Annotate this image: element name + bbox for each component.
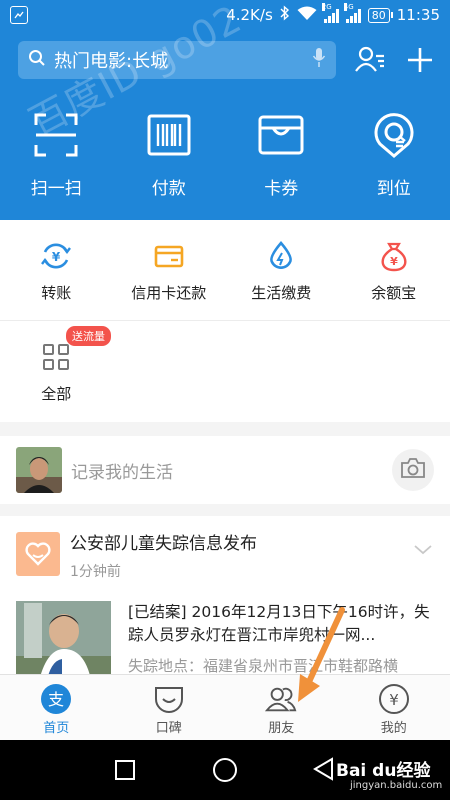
svg-text:¥: ¥ <box>389 691 399 709</box>
status-bar: 4.2K/s 2G 4G 80 11:35 <box>0 0 450 30</box>
notification-image-icon <box>10 6 28 24</box>
quick-actions: 扫一扫 付款 卡券 到位 <box>0 112 450 199</box>
card-title: 公安部儿童失踪信息发布 <box>70 534 257 554</box>
header: 热门电影:长城 扫一扫 付款 卡券 到位 百度ID go02 <box>0 0 450 220</box>
record-life-placeholder: 记录我的生活 <box>71 462 173 483</box>
water-drop-icon <box>265 240 297 272</box>
news-card[interactable]: 公安部儿童失踪信息发布 1分钟前 [已结案] 2016年12月13日下午16时许… <box>0 516 450 685</box>
search-input[interactable]: 热门电影:长城 <box>18 41 336 79</box>
clock: 11:35 <box>396 6 440 24</box>
child-photo <box>16 601 111 685</box>
wallet-icon <box>258 112 304 158</box>
search-placeholder: 热门电影:长城 <box>54 51 169 72</box>
credit-card-icon <box>153 240 185 272</box>
quick-scan-label: 扫一扫 <box>30 179 82 199</box>
quick-arrive[interactable]: 到位 <box>338 112 450 199</box>
service-all[interactable]: 送流量 全部 <box>0 321 113 422</box>
baidu-jingyan-logo: Bai du经验 <box>336 761 431 781</box>
signal-sim1-icon: 2G <box>321 2 339 23</box>
record-life-bar[interactable]: 记录我的生活 <box>0 436 450 504</box>
svg-text:支: 支 <box>48 690 64 709</box>
bottom-tab-bar: 支 首页 口碑 朋友 ¥ 我的 <box>0 674 450 740</box>
microphone-icon[interactable] <box>312 47 326 73</box>
card-description: [已结案] 2016年12月13日下午16时许，失踪人员罗永灯在晋江市岸兜村一网… <box>128 603 430 644</box>
service-yuebao[interactable]: ¥ 余额宝 <box>338 220 450 320</box>
tab-friends-label: 朋友 <box>268 721 295 736</box>
quick-coupons[interactable]: 卡券 <box>225 112 338 199</box>
plus-icon <box>404 48 436 80</box>
wifi-icon <box>297 6 317 25</box>
service-utilities-label: 生活缴费 <box>251 284 312 302</box>
baidu-jingyan-url: jingyan.baidu.com <box>350 780 443 791</box>
money-bag-icon: ¥ <box>378 240 410 272</box>
svg-text:¥: ¥ <box>390 255 398 268</box>
tab-friends[interactable]: 朋友 <box>225 675 338 740</box>
bluetooth-icon <box>280 5 290 25</box>
tab-koubei[interactable]: 口碑 <box>113 675 226 740</box>
chevron-down-icon[interactable] <box>412 538 434 560</box>
home-icon: 支 <box>40 683 72 715</box>
home-nav-icon[interactable] <box>212 757 238 787</box>
quick-scan[interactable]: 扫一扫 <box>0 112 113 199</box>
card-time: 1分钟前 <box>70 564 121 580</box>
contacts-button[interactable] <box>354 44 386 76</box>
battery-icon: 80 <box>367 7 393 23</box>
service-all-label: 全部 <box>41 385 72 403</box>
tab-home-label: 首页 <box>43 721 70 736</box>
heart-logo-icon <box>16 532 60 576</box>
quick-pay[interactable]: 付款 <box>113 112 226 199</box>
transfer-icon: ¥ <box>40 240 72 272</box>
service-utilities[interactable]: 生活缴费 <box>225 220 338 320</box>
quick-pay-label: 付款 <box>151 179 186 199</box>
camera-button[interactable] <box>392 449 434 491</box>
service-transfer[interactable]: ¥ 转账 <box>0 220 113 320</box>
back-nav-icon[interactable] <box>312 757 336 785</box>
search-icon <box>28 49 46 71</box>
alipay-home-screen: 4.2K/s 2G 4G 80 11:35 热门电影:长城 扫一扫 付款 卡券 … <box>0 0 450 800</box>
avatar[interactable] <box>16 447 62 493</box>
camera-icon <box>400 457 426 483</box>
network-speed: 4.2K/s <box>226 6 273 24</box>
tab-mine-label: 我的 <box>380 721 407 736</box>
tab-home[interactable]: 支 首页 <box>0 675 113 740</box>
service-credit-card-label: 信用卡还款 <box>131 284 207 302</box>
scan-icon <box>33 112 79 158</box>
quick-arrive-label: 到位 <box>376 179 411 199</box>
promo-badge: 送流量 <box>66 326 111 346</box>
tab-mine[interactable]: ¥ 我的 <box>338 675 450 740</box>
signal-sim2-icon: 4G <box>343 2 361 23</box>
contacts-icon <box>354 46 386 80</box>
service-credit-card[interactable]: 信用卡还款 <box>113 220 226 320</box>
svg-text:¥: ¥ <box>52 250 61 264</box>
services-grid: ¥ 转账 信用卡还款 生活缴费 ¥ 余额宝 送流量 全部 <box>0 220 450 422</box>
koubei-icon <box>153 683 185 715</box>
barcode-icon <box>146 112 192 158</box>
grid-icon <box>40 341 72 373</box>
service-transfer-label: 转账 <box>41 284 72 302</box>
recent-apps-icon[interactable] <box>114 759 136 785</box>
service-yuebao-label: 余额宝 <box>371 284 417 302</box>
tab-koubei-label: 口碑 <box>155 721 182 736</box>
card-location: 失踪地点：福建省泉州市晋江市鞋都路横 <box>128 657 399 675</box>
friends-icon <box>265 683 297 715</box>
quick-coupons-label: 卡券 <box>264 179 299 199</box>
location-pin-icon <box>371 112 417 158</box>
add-button[interactable] <box>404 44 436 76</box>
yuan-icon: ¥ <box>378 683 410 715</box>
